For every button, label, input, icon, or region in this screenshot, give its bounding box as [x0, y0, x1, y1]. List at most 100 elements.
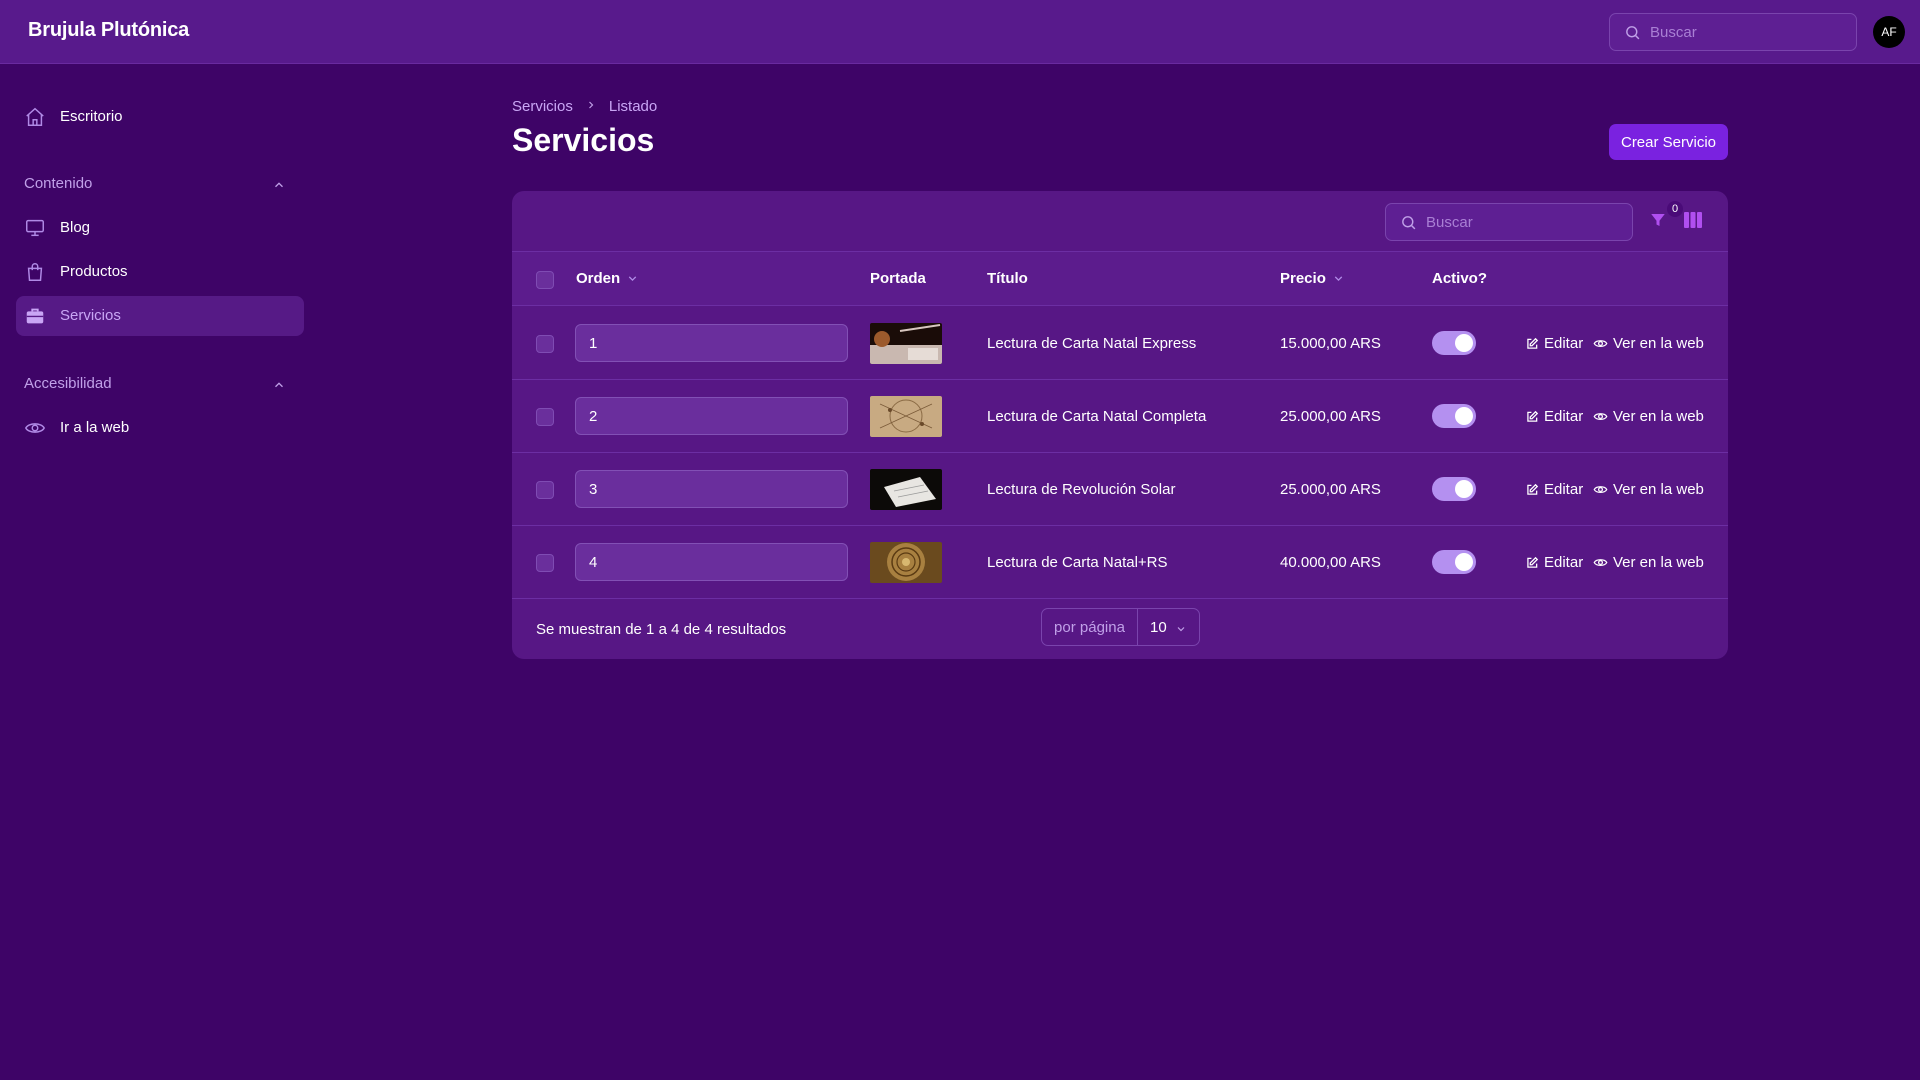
view-on-web-button[interactable]: Ver en la web [1593, 335, 1704, 352]
order-input[interactable] [575, 470, 848, 508]
sidebar-group-contenido[interactable]: Contenido [24, 175, 296, 199]
column-header-label: Orden [576, 270, 621, 287]
sidebar-item-productos[interactable]: Productos [16, 252, 304, 292]
monitor-icon [24, 217, 46, 243]
active-toggle[interactable] [1432, 477, 1476, 501]
order-input[interactable] [575, 543, 848, 581]
row-checkbox[interactable] [536, 554, 554, 572]
chevron-down-icon [1334, 276, 1343, 282]
active-toggle[interactable] [1432, 331, 1476, 355]
eye-icon [1593, 559, 1608, 566]
per-page-select[interactable]: por página 10 [1041, 608, 1200, 646]
select-all-checkbox[interactable] [536, 271, 554, 289]
toggle-knob [1455, 407, 1473, 425]
view-on-web-button[interactable]: Ver en la web [1593, 481, 1704, 498]
table-row: Lectura de Carta Natal Express 15.000,00… [512, 307, 1728, 380]
per-page-value-text: 10 [1150, 619, 1167, 636]
column-header-order[interactable]: Orden [576, 270, 639, 287]
chevron-up-icon[interactable] [272, 378, 286, 396]
table-row: Lectura de Revolución Solar 25.000,00 AR… [512, 453, 1728, 526]
cover-image [870, 396, 942, 437]
filter-icon[interactable] [1649, 211, 1667, 234]
sidebar-group-label: Accesibilidad [24, 375, 112, 392]
page-title: Servicios [512, 122, 655, 158]
column-header-label: Precio [1280, 270, 1326, 287]
eye-icon [1593, 413, 1608, 420]
services-table: 0 Orden Portada Título Precio Activo? Le… [512, 191, 1728, 659]
table-header: Orden Portada Título Precio Activo? [512, 252, 1728, 306]
view-on-web-button[interactable]: Ver en la web [1593, 554, 1704, 571]
table-row: Lectura de Carta Natal+RS 40.000,00 ARS … [512, 526, 1728, 599]
column-header-title: Título [987, 270, 1028, 287]
sidebar-item-label: Ir a la web [60, 419, 130, 436]
shopping-bag-icon [24, 261, 46, 287]
service-title: Lectura de Carta Natal Completa [987, 408, 1207, 425]
chevron-down-icon [1177, 627, 1185, 632]
search-icon [1400, 214, 1417, 236]
brand-logo[interactable]: Brujula Plutónica [28, 19, 189, 42]
edit-button[interactable]: Editar [1525, 481, 1583, 498]
breadcrumb-item[interactable]: Servicios [512, 98, 573, 115]
view-label: Ver en la web [1613, 408, 1704, 425]
sidebar-item-label: Productos [60, 263, 128, 280]
service-title: Lectura de Carta Natal Express [987, 335, 1197, 352]
sidebar-item-ir-a-la-web[interactable]: Ir a la web [16, 408, 304, 448]
edit-button[interactable]: Editar [1525, 554, 1583, 571]
active-toggle[interactable] [1432, 404, 1476, 428]
chevron-down-icon [628, 276, 637, 282]
create-service-button[interactable]: Crear Servicio [1609, 124, 1728, 160]
table-search-input[interactable] [1426, 204, 1626, 240]
service-title: Lectura de Carta Natal+RS [987, 554, 1168, 571]
edit-label: Editar [1544, 335, 1584, 352]
row-checkbox[interactable] [536, 335, 554, 353]
cover-image [870, 469, 942, 510]
breadcrumb-item[interactable]: Listado [609, 98, 657, 115]
view-on-web-button[interactable]: Ver en la web [1593, 408, 1704, 425]
sidebar-item-escritorio[interactable]: Escritorio [16, 97, 304, 137]
table-search[interactable] [1385, 203, 1633, 241]
edit-button[interactable]: Editar [1525, 335, 1583, 352]
global-search[interactable] [1609, 13, 1857, 51]
order-input[interactable] [575, 397, 848, 435]
edit-icon [1527, 556, 1539, 568]
cover-image [870, 323, 942, 364]
edit-label: Editar [1544, 481, 1584, 498]
columns-icon[interactable] [1684, 212, 1702, 233]
table-toolbar: 0 [512, 191, 1728, 252]
sidebar-item-servicios[interactable]: Servicios [16, 296, 304, 336]
toggle-knob [1455, 480, 1473, 498]
service-title: Lectura de Revolución Solar [987, 481, 1176, 498]
avatar[interactable]: AF [1873, 16, 1905, 48]
active-toggle[interactable] [1432, 550, 1476, 574]
sidebar-item-label: Servicios [60, 307, 121, 324]
sidebar-item-blog[interactable]: Blog [16, 208, 304, 248]
per-page-label: por página [1042, 609, 1138, 645]
service-price: 40.000,00 ARS [1280, 554, 1381, 571]
edit-button[interactable]: Editar [1525, 408, 1583, 425]
edit-label: Editar [1544, 554, 1584, 571]
view-label: Ver en la web [1613, 554, 1704, 571]
edit-icon [1527, 410, 1539, 422]
eye-icon [1593, 340, 1608, 347]
sidebar-group-accesibilidad[interactable]: Accesibilidad [24, 375, 296, 399]
global-search-input[interactable] [1650, 14, 1850, 50]
order-input[interactable] [575, 324, 848, 362]
toggle-knob [1455, 553, 1473, 571]
breadcrumb: Servicios Listado [512, 98, 657, 115]
chevron-right-icon [585, 98, 597, 115]
table-row: Lectura de Carta Natal Completa 25.000,0… [512, 380, 1728, 453]
chevron-up-icon[interactable] [272, 178, 286, 196]
per-page-value[interactable]: 10 [1138, 609, 1199, 645]
edit-label: Editar [1544, 408, 1584, 425]
row-checkbox[interactable] [536, 408, 554, 426]
top-bar: Brujula Plutónica AF [0, 0, 1920, 64]
column-header-active: Activo? [1432, 270, 1488, 287]
edit-icon [1527, 483, 1539, 495]
eye-icon [24, 417, 46, 443]
service-price: 15.000,00 ARS [1280, 335, 1381, 352]
toggle-knob [1455, 334, 1473, 352]
row-checkbox[interactable] [536, 481, 554, 499]
column-header-price[interactable]: Precio [1280, 270, 1345, 287]
cover-image [870, 542, 942, 583]
edit-icon [1527, 337, 1539, 349]
